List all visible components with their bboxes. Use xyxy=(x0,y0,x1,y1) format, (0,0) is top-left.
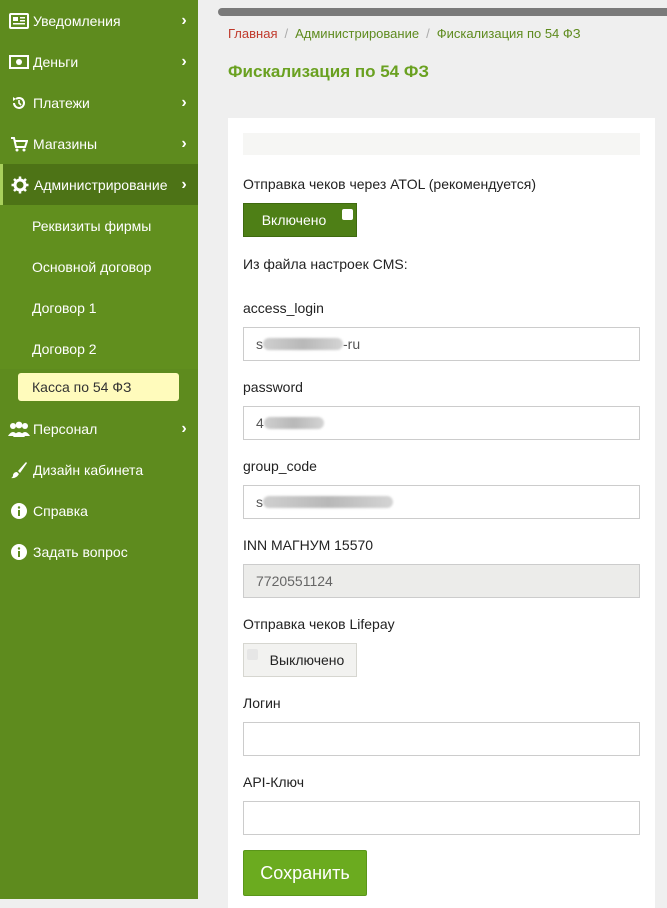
inn-label: INN МАГНУМ 15570 xyxy=(243,537,374,553)
page-title: Фискализация по 54 ФЗ xyxy=(228,62,430,81)
sidebar-subitem-label: Реквизиты фирмы xyxy=(32,217,152,234)
redacted-mask xyxy=(263,496,393,508)
password-field[interactable]: 4 xyxy=(243,406,640,440)
gear-icon xyxy=(9,176,31,194)
password-value-start: 4 xyxy=(256,415,264,431)
chevron-right-icon: › xyxy=(181,93,187,111)
breadcrumb-home-link[interactable]: Главная xyxy=(228,26,277,41)
chevron-right-icon: › xyxy=(181,419,187,437)
sidebar-item-cabinet-design[interactable]: Дизайн кабинета xyxy=(0,449,198,490)
inn-field: 7720551124 xyxy=(243,564,640,598)
access-login-value-start: s xyxy=(256,336,263,352)
sidebar-item-administration[interactable]: Администрирование › xyxy=(0,164,198,205)
access-login-label: access_login xyxy=(243,300,324,316)
chevron-right-icon: › xyxy=(181,52,187,70)
save-button[interactable]: Сохранить xyxy=(243,850,367,896)
lifepay-label: Отправка чеков Lifepay xyxy=(243,616,395,632)
panel-header-strip xyxy=(243,133,640,155)
breadcrumb-admin-link[interactable]: Администрирование xyxy=(295,26,419,41)
sidebar-subitem-label: Касса по 54 ФЗ xyxy=(32,379,132,395)
sidebar-item-label: Платежи xyxy=(33,94,90,111)
sidebar-item-label: Задать вопрос xyxy=(33,543,128,560)
chevron-right-icon: › xyxy=(181,11,187,29)
sidebar-item-help[interactable]: Справка xyxy=(0,490,198,531)
lifepay-toggle[interactable]: Выключено xyxy=(243,643,357,677)
users-icon xyxy=(8,420,30,438)
sidebar-item-payments[interactable]: Платежи › xyxy=(0,82,198,123)
api-key-field[interactable] xyxy=(243,801,640,835)
sidebar-item-label: Уведомления xyxy=(33,12,121,29)
atol-toggle[interactable]: Включено xyxy=(243,203,357,237)
breadcrumb-separator: / xyxy=(426,26,430,41)
sidebar-item-label: Справка xyxy=(33,502,88,519)
group-code-value-start: s xyxy=(256,494,263,510)
sidebar-item-label: Магазины xyxy=(33,135,98,152)
sidebar-item-staff[interactable]: Персонал › xyxy=(0,408,198,449)
brush-icon xyxy=(8,461,30,479)
atol-label: Отправка чеков через ATOL (рекомендуется… xyxy=(243,176,537,192)
cart-icon xyxy=(8,135,30,153)
sidebar-item-label: Персонал xyxy=(33,420,98,437)
login-field[interactable] xyxy=(243,722,640,756)
group-code-field[interactable]: s xyxy=(243,485,640,519)
api-key-label: API-Ключ xyxy=(243,774,305,790)
sidebar-subitem-contract-1[interactable]: Договор 1 xyxy=(0,287,198,328)
info-icon xyxy=(8,502,30,520)
sidebar: Уведомления › Деньги › Платежи › Магазин… xyxy=(0,0,198,899)
sidebar-subitem-main-contract[interactable]: Основной договор xyxy=(0,246,198,287)
breadcrumb-current: Фискализация по 54 ФЗ xyxy=(436,26,581,41)
chevron-right-icon: › xyxy=(181,175,187,193)
sidebar-item-shops[interactable]: Магазины › xyxy=(0,123,198,164)
history-icon xyxy=(8,94,30,112)
sidebar-item-notifications[interactable]: Уведомления › xyxy=(0,0,198,41)
sidebar-item-ask-question[interactable]: Задать вопрос xyxy=(0,531,198,572)
login-label: Логин xyxy=(243,695,281,711)
cms-settings-label: Из файла настроек CMS: xyxy=(243,256,408,272)
top-scrollbar xyxy=(218,8,667,16)
password-label: password xyxy=(243,379,303,395)
sidebar-item-label: Деньги xyxy=(33,53,79,70)
access-login-value-end: -ru xyxy=(343,336,361,352)
sidebar-subitem-cash-register[interactable]: Касса по 54 ФЗ xyxy=(18,373,179,401)
sidebar-subitem-label: Договор 2 xyxy=(32,340,97,357)
inn-value: 7720551124 xyxy=(256,573,333,589)
breadcrumb-separator: / xyxy=(284,26,289,41)
toggle-knob xyxy=(247,649,258,660)
access-login-field[interactable]: s -ru xyxy=(243,327,640,361)
sidebar-subitem-contract-2[interactable]: Договор 2 xyxy=(0,328,198,369)
sidebar-subitem-company-details[interactable]: Реквизиты фирмы xyxy=(0,205,198,246)
breadcrumb: Главная / Администрирование / Фискализация п… xyxy=(228,26,581,41)
sidebar-item-money[interactable]: Деньги › xyxy=(0,41,198,82)
lifepay-toggle-label: Выключено xyxy=(269,652,345,668)
info-icon xyxy=(8,543,30,561)
group-code-label: group_code xyxy=(243,458,317,474)
redacted-mask xyxy=(263,417,324,429)
sidebar-subitem-label: Основной договор xyxy=(32,258,152,275)
money-icon xyxy=(8,53,30,71)
atol-toggle-label: Включено xyxy=(261,212,327,228)
sidebar-item-label: Дизайн кабинета xyxy=(33,461,144,478)
sidebar-item-label: Администрирование xyxy=(34,176,168,193)
redacted-mask xyxy=(263,338,343,350)
toggle-knob xyxy=(342,209,353,220)
chevron-right-icon: › xyxy=(181,134,187,152)
save-button-label: Сохранить xyxy=(260,862,350,883)
sidebar-subitem-label: Договор 1 xyxy=(32,299,97,316)
newspaper-icon xyxy=(8,12,30,30)
